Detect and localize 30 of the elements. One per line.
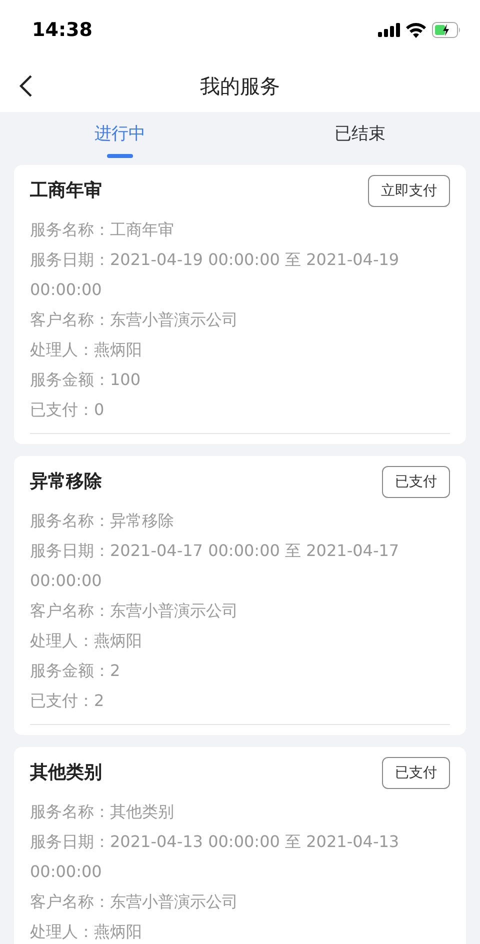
back-icon — [19, 74, 33, 98]
service-detail: 客户名称：东营小普演示公司 — [30, 891, 239, 913]
battery-charging-icon — [432, 22, 462, 38]
pay-button[interactable]: 立即支付 — [368, 175, 450, 207]
service-detail: 已支付：0 — [30, 399, 106, 421]
service-detail: 服务名称：异常移除 — [30, 510, 175, 532]
service-detail: 处理人：燕炳阳 — [30, 630, 143, 652]
service-detail: 服务名称：其他类别 — [30, 801, 175, 823]
status-time: 14:38 — [32, 18, 92, 43]
service-detail: 处理人：燕炳阳 — [30, 339, 143, 361]
signal-icon — [378, 23, 400, 37]
pay-button[interactable]: 已支付 — [382, 757, 450, 789]
pay-button[interactable]: 已支付 — [382, 466, 450, 498]
service-detail: 服务日期：2021-04-17 00:00:00 至 2021-04-17 00:00:00 — [30, 540, 400, 592]
page-title: 我的服务 — [200, 73, 280, 100]
service-detail: 服务金额：100 — [30, 369, 142, 391]
service-detail: 服务名称：工商年审 — [30, 219, 175, 241]
service-detail: 客户名称：东营小普演示公司 — [30, 309, 239, 331]
service-detail: 处理人：燕炳阳 — [30, 921, 143, 943]
service-title: 工商年审 — [30, 179, 102, 203]
service-detail: 服务金额：2 — [30, 660, 122, 682]
service-detail: 服务日期：2021-04-19 00:00:00 至 2021-04-19 00:00:00 — [30, 249, 400, 301]
service-title: 异常移除 — [30, 470, 102, 494]
service-detail: 客户名称：东营小普演示公司 — [30, 600, 239, 622]
service-detail: 已支付：2 — [30, 690, 106, 712]
service-title: 其他类别 — [30, 761, 102, 785]
tab[interactable]: 进行中 — [0, 112, 240, 165]
tab[interactable]: 已结束 — [240, 112, 480, 165]
service-detail: 服务日期：2021-04-13 00:00:00 至 2021-04-13 00:00:00 — [30, 831, 400, 883]
wifi-icon — [406, 22, 426, 38]
